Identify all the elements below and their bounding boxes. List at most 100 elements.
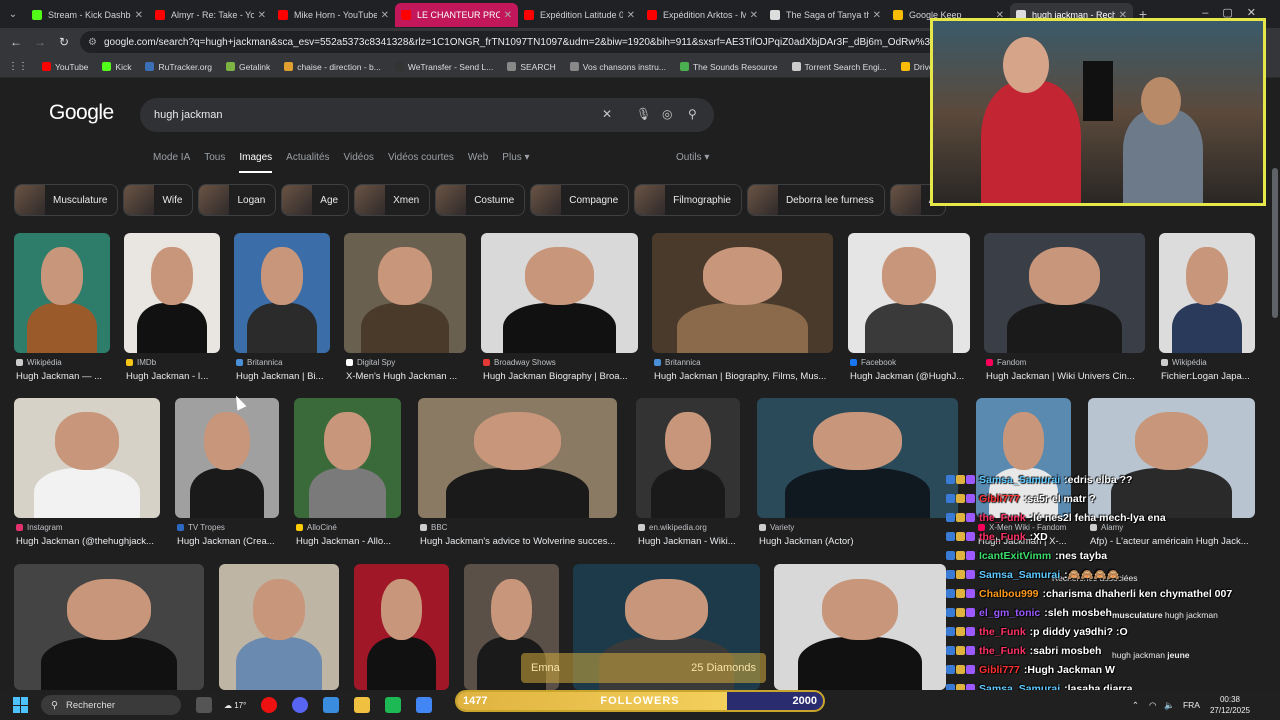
result-image[interactable] <box>234 233 330 353</box>
tab-close-icon[interactable]: ✕ <box>258 10 266 21</box>
result-title[interactable]: Hugh Jackman - Allo... <box>296 536 413 547</box>
result-image[interactable] <box>175 398 279 518</box>
bookmark-item[interactable]: Torrent Search Engi... <box>791 62 887 72</box>
browser-tab[interactable]: Expédition Latitude 0 ✕ <box>518 3 641 27</box>
result-image[interactable] <box>418 398 617 518</box>
result-image[interactable] <box>14 233 110 353</box>
result-title[interactable]: Fichier:Logan Japa... <box>1161 371 1267 382</box>
refinement-chip[interactable]: Wife <box>123 184 194 216</box>
result-source[interactable]: IMDb <box>126 358 156 367</box>
wifi-icon[interactable]: ◠ <box>1149 700 1156 711</box>
tab-close-icon[interactable]: ✕ <box>504 10 512 21</box>
result-title[interactable]: Hugh Jackman (Actor) <box>759 536 970 547</box>
tab-search-chevron-icon[interactable]: ⌄ <box>0 0 26 28</box>
result-title[interactable]: Hugh Jackman | Bi... <box>236 371 342 382</box>
tab-close-icon[interactable]: ✕ <box>627 10 635 21</box>
microphone-icon[interactable]: 🎙 <box>636 107 651 121</box>
lens-icon[interactable]: ◎ <box>662 107 672 121</box>
result-image[interactable] <box>774 564 946 690</box>
spotify-icon[interactable] <box>385 697 402 713</box>
result-source[interactable]: Wikipédia <box>1161 358 1207 367</box>
result-source[interactable]: Broadway Shows <box>483 358 556 367</box>
language-indicator[interactable]: FRA <box>1183 700 1200 710</box>
clear-icon[interactable]: ✕ <box>602 107 612 121</box>
result-source[interactable]: Digital Spy <box>346 358 395 367</box>
result-source[interactable]: Fandom <box>986 358 1026 367</box>
tab-4[interactable]: Actualités <box>286 152 329 173</box>
browser-tab[interactable]: LE CHANTEUR PROT ✕ <box>395 3 518 27</box>
result-image[interactable] <box>757 398 958 518</box>
bookmark-item[interactable]: Drive <box>900 62 934 72</box>
taskbar-search[interactable]: ⚲ Rechercher <box>41 695 181 715</box>
reload-icon[interactable]: ↻ <box>52 35 76 49</box>
result-image[interactable] <box>984 233 1145 353</box>
page-scrollbar[interactable] <box>1272 168 1278 318</box>
browser-tab[interactable]: Stream - Kick Dashbo ✕ <box>26 3 149 27</box>
windows-start-icon[interactable] <box>13 697 29 713</box>
tab-close-icon[interactable]: ✕ <box>873 10 881 21</box>
tab-close-icon[interactable]: ✕ <box>381 10 389 21</box>
search-input[interactable]: hugh jackman <box>154 109 223 121</box>
result-title[interactable]: Hugh Jackman — ... <box>16 371 122 382</box>
chrome-icon[interactable] <box>416 697 433 713</box>
result-source[interactable]: TV Tropes <box>177 523 225 532</box>
result-image[interactable] <box>1159 233 1255 353</box>
result-title[interactable]: Hugh Jackman's advice to Wolverine succe… <box>420 536 629 547</box>
result-image[interactable] <box>344 233 466 353</box>
result-title[interactable]: X-Men's Hugh Jackman ... <box>346 371 478 382</box>
speaker-icon[interactable]: 🔈 <box>1164 700 1175 711</box>
refinement-chip[interactable]: Logan <box>198 184 277 216</box>
refinement-chip[interactable]: Xmen <box>354 184 431 216</box>
tools-button[interactable]: Outils ▾ <box>676 152 709 163</box>
tab-2[interactable]: Tous <box>204 152 225 173</box>
result-source[interactable]: BBC <box>420 523 447 532</box>
result-title[interactable]: Hugh Jackman Biography | Broa... <box>483 371 650 382</box>
bookmark-item[interactable]: RuTracker.org <box>145 62 212 72</box>
result-image[interactable] <box>219 564 339 690</box>
bookmark-item[interactable]: SEARCH <box>507 62 556 72</box>
back-arrow-icon[interactable]: ← <box>4 35 28 49</box>
google-logo[interactable]: Google <box>49 101 114 125</box>
result-title[interactable]: Hugh Jackman (@HughJ... <box>850 371 982 382</box>
bookmark-item[interactable]: chaise - direction - b... <box>284 62 381 72</box>
tab-6[interactable]: Vidéos courtes <box>388 152 454 173</box>
bookmark-item[interactable]: WeTransfer - Send L... <box>394 62 493 72</box>
bookmark-item[interactable]: YouTube <box>42 62 88 72</box>
refinement-chip[interactable]: Deborra lee furness <box>746 184 885 216</box>
tab-5[interactable]: Vidéos <box>344 152 374 173</box>
result-image[interactable] <box>124 233 220 353</box>
result-source[interactable]: Wikipédia <box>16 358 62 367</box>
task-view-icon[interactable] <box>196 697 212 713</box>
tab-close-icon[interactable]: ✕ <box>135 10 143 21</box>
result-title[interactable]: Hugh Jackman - I... <box>126 371 232 382</box>
forward-arrow-icon[interactable]: → <box>28 35 52 49</box>
browser-tab[interactable]: Mike Horn - YouTube ✕ <box>272 3 395 27</box>
app-icon[interactable] <box>323 697 340 713</box>
refinement-chip[interactable]: Musculature <box>14 184 119 216</box>
url-field[interactable]: ⚙ google.com/search?q=hugh+jackman&sca_e… <box>80 31 940 53</box>
result-image[interactable] <box>481 233 638 353</box>
result-source[interactable]: Britannica <box>236 358 283 367</box>
bookmark-item[interactable]: Vos chansons instru... <box>569 62 666 72</box>
result-title[interactable]: Hugh Jackman - Wiki... <box>638 536 752 547</box>
url-text[interactable]: google.com/search?q=hugh+jackman&sca_esv… <box>104 37 940 48</box>
result-source[interactable]: en.wikipedia.org <box>638 523 707 532</box>
tab-3[interactable]: Images <box>239 152 273 173</box>
browser-tab[interactable]: Almyr - Re: Take - You ✕ <box>149 3 272 27</box>
refinement-chip[interactable]: Age <box>281 184 350 216</box>
tab-7[interactable]: Web <box>468 152 488 173</box>
result-source[interactable]: Britannica <box>654 358 701 367</box>
result-image[interactable] <box>636 398 740 518</box>
tab-1[interactable]: Mode IA <box>153 152 190 173</box>
result-image[interactable] <box>848 233 970 353</box>
site-info-icon[interactable]: ⚙ <box>88 37 97 48</box>
file-explorer-icon[interactable] <box>354 697 371 713</box>
result-title[interactable]: Hugh Jackman | Biography, Films, Mus... <box>654 371 845 382</box>
opera-icon[interactable] <box>261 697 278 713</box>
result-source[interactable]: Variety <box>759 523 794 532</box>
result-image[interactable] <box>652 233 833 353</box>
tab-close-icon[interactable]: ✕ <box>750 10 758 21</box>
result-title[interactable]: Hugh Jackman (Crea... <box>177 536 291 547</box>
search-box[interactable]: hugh jackman ✕ 🎙 ◎ ⚲ <box>140 98 714 132</box>
weather-widget[interactable]: ☁ 17° <box>224 701 246 710</box>
